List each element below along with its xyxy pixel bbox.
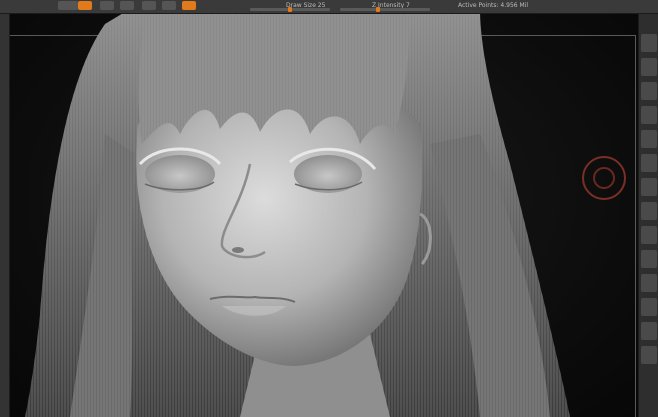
z-intensity-thumb[interactable]	[376, 7, 380, 12]
canvas-viewport[interactable]	[10, 14, 638, 417]
shelf-button-aahalf[interactable]	[641, 154, 657, 172]
draw-button[interactable]	[100, 1, 114, 10]
z-intensity-slider[interactable]	[340, 8, 430, 11]
right-tool-shelf	[638, 14, 658, 417]
shelf-button-polyf[interactable]	[641, 346, 657, 364]
shelf-button-rotate[interactable]	[641, 322, 657, 340]
active-points-readout: Active Points: 4.956 Mil	[458, 2, 529, 9]
shelf-button-floor[interactable]	[641, 202, 657, 220]
shelf-button-spix[interactable]	[641, 58, 657, 76]
sculpt-model[interactable]	[10, 14, 638, 417]
shelf-button-bpr[interactable]	[641, 34, 657, 52]
zbrush-window: Draw Size 25 Z Intensity 7 Active Points…	[0, 0, 658, 417]
rotate-button[interactable]	[162, 1, 176, 10]
shelf-button-scale[interactable]	[641, 298, 657, 316]
top-toolbar: Draw Size 25 Z Intensity 7 Active Points…	[0, 0, 658, 14]
move-button[interactable]	[120, 1, 134, 10]
shelf-button-scroll[interactable]	[641, 82, 657, 100]
shelf-button-move[interactable]	[641, 274, 657, 292]
shelf-button-persp[interactable]	[641, 178, 657, 196]
shelf-button-local[interactable]	[641, 226, 657, 244]
lightbox-button[interactable]	[58, 1, 78, 10]
shelf-button-actual[interactable]	[641, 130, 657, 148]
shelf-button-zoom[interactable]	[641, 106, 657, 124]
rgb-button[interactable]	[182, 1, 196, 10]
orbit-gyro-icon[interactable]	[582, 156, 626, 200]
shelf-button-frame[interactable]	[641, 250, 657, 268]
draw-size-thumb[interactable]	[288, 7, 292, 12]
left-dock	[0, 14, 10, 417]
edit-button[interactable]	[78, 1, 92, 10]
scale-button[interactable]	[142, 1, 156, 10]
orbit-gyro-inner[interactable]	[593, 167, 615, 189]
nostril	[232, 247, 244, 253]
